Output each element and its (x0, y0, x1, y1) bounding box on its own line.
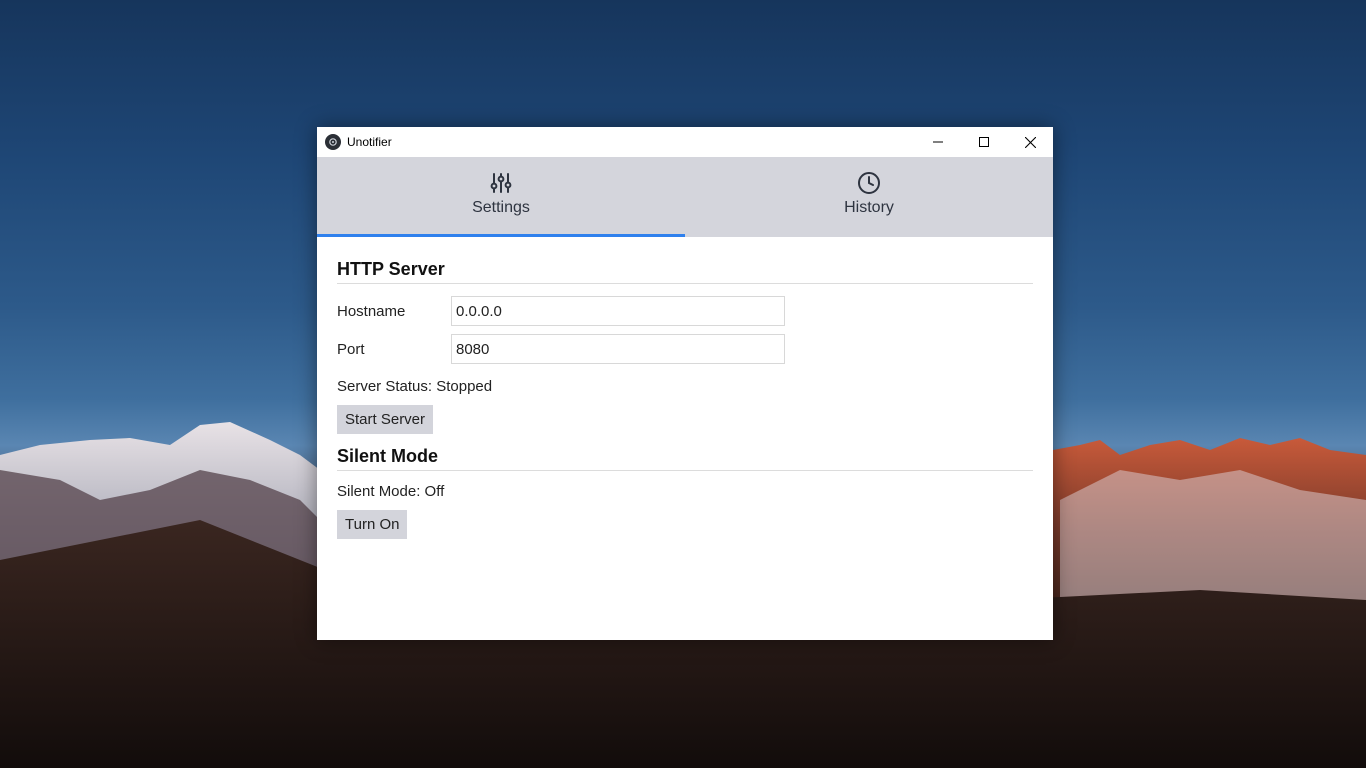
silent-mode-heading: Silent Mode (337, 446, 1033, 471)
hostname-row: Hostname (337, 292, 1033, 330)
clock-icon (858, 172, 880, 194)
tab-history-label: History (844, 199, 894, 216)
sliders-icon (490, 173, 512, 193)
hostname-label: Hostname (337, 302, 406, 320)
maximize-icon (979, 137, 989, 147)
turn-on-button[interactable]: Turn On (337, 510, 408, 539)
window-controls (915, 127, 1053, 157)
window-title: Unotifier (347, 135, 392, 149)
minimize-button[interactable] (915, 127, 961, 157)
start-server-button[interactable]: Start Server (337, 405, 434, 434)
close-button[interactable] (1007, 127, 1053, 157)
maximize-button[interactable] (961, 127, 1007, 157)
port-label: Port (337, 340, 365, 358)
hostname-input[interactable] (451, 296, 785, 326)
title-bar[interactable]: Unotifier (317, 127, 1053, 157)
app-window: Unotifier Settings History HTTP Server H… (317, 127, 1053, 640)
silent-mode-status-text: Silent Mode: Off (337, 483, 445, 500)
close-icon (1024, 136, 1036, 148)
settings-panel: HTTP Server Hostname Port Server Status:… (317, 237, 1053, 539)
server-status-text: Server Status: Stopped (337, 378, 493, 395)
port-input[interactable] (451, 334, 785, 364)
tab-history[interactable]: History (685, 157, 1053, 237)
tab-settings-label: Settings (472, 199, 530, 216)
minimize-icon (933, 141, 943, 143)
port-row: Port (337, 330, 1033, 368)
tab-settings[interactable]: Settings (317, 157, 685, 237)
app-logo-icon (325, 134, 341, 150)
http-server-heading: HTTP Server (337, 259, 1033, 284)
tab-bar: Settings History (317, 157, 1053, 237)
